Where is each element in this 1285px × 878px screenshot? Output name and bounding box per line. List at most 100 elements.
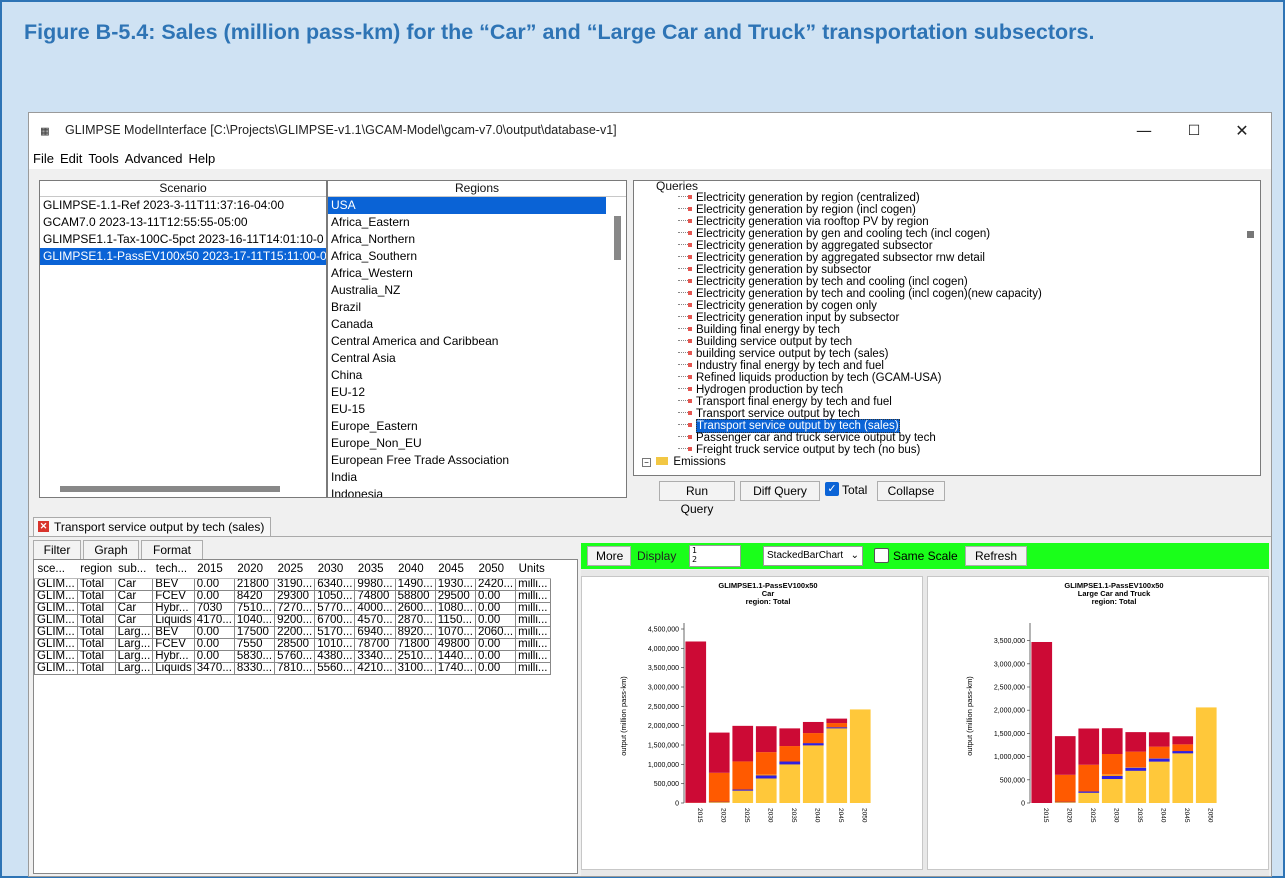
scenario-item[interactable]: GLIMPSE-1.1-Ref 2023-3-11T11:37:16-04:00 bbox=[40, 197, 326, 214]
table-row[interactable]: GLIM... Total Car FCEV 0.00 8420 29300 1050... 7… bbox=[34, 589, 551, 603]
column-header[interactable]: Units bbox=[515, 560, 550, 579]
menu-file[interactable]: File bbox=[29, 149, 56, 166]
column-header[interactable]: tech... bbox=[152, 560, 195, 579]
emissions-folder[interactable]: − Emissions bbox=[634, 456, 1260, 468]
column-header[interactable]: 2045 bbox=[435, 560, 476, 579]
region-item[interactable]: Africa_Northern bbox=[328, 231, 626, 248]
query-item[interactable]: Electricity generation by cogen only bbox=[634, 300, 1260, 312]
diff-query-button[interactable]: Diff Query bbox=[740, 481, 820, 501]
close-button[interactable]: ✕ bbox=[1227, 119, 1257, 143]
region-item[interactable]: Canada bbox=[328, 316, 626, 333]
query-item[interactable]: Electricity generation by region (centra… bbox=[634, 192, 1260, 204]
column-header[interactable]: region bbox=[77, 560, 116, 579]
column-header[interactable]: 2030 bbox=[314, 560, 355, 579]
region-item[interactable]: Australia_NZ bbox=[328, 282, 626, 299]
query-item[interactable]: Electricity generation by aggregated sub… bbox=[634, 240, 1260, 252]
menu-edit[interactable]: Edit bbox=[56, 149, 84, 166]
column-header[interactable]: 2035 bbox=[354, 560, 396, 579]
table-row[interactable]: GLIM... Total Larg... FCEV 0.00 7550 28500 1010… bbox=[34, 637, 551, 651]
region-item[interactable]: EU-12 bbox=[328, 384, 626, 401]
filter-tab[interactable]: Filter bbox=[33, 540, 81, 560]
table-row[interactable]: GLIM... Total Car Hybr... 7030 7510... 7270...… bbox=[34, 601, 551, 615]
result-tab[interactable]: ✕ Transport service output by tech (sale… bbox=[33, 517, 272, 536]
region-item[interactable]: Africa_Eastern bbox=[328, 214, 626, 231]
same-scale-checkbox[interactable] bbox=[874, 548, 889, 563]
total-checkbox[interactable]: ✓ bbox=[825, 482, 839, 496]
query-item[interactable]: Electricity generation by tech and cooli… bbox=[634, 276, 1260, 288]
column-header[interactable]: sce... bbox=[34, 560, 78, 579]
display-input[interactable]: 1 2 bbox=[689, 545, 741, 567]
query-item[interactable]: building service output by tech (sales) bbox=[634, 348, 1260, 360]
region-item[interactable]: Central Asia bbox=[328, 350, 626, 367]
table-cell: 0.00 bbox=[193, 637, 235, 651]
region-item[interactable]: Central America and Caribbean bbox=[328, 333, 626, 350]
query-item[interactable]: Building service output by tech bbox=[634, 336, 1260, 348]
more-button[interactable]: More bbox=[587, 546, 631, 566]
minimize-button[interactable]: — bbox=[1129, 119, 1159, 143]
region-item[interactable]: Brazil bbox=[328, 299, 626, 316]
region-item[interactable]: European Free Trade Association bbox=[328, 452, 626, 469]
query-item[interactable]: Electricity generation by aggregated sub… bbox=[634, 252, 1260, 264]
emissions-folder-label: Emissions bbox=[673, 456, 726, 468]
menu-advanced[interactable]: Advanced bbox=[121, 149, 185, 166]
column-header[interactable]: 2020 bbox=[234, 560, 275, 579]
scenario-item[interactable]: GCAM7.0 2023-13-11T12:55:55-05:00 bbox=[40, 214, 326, 231]
query-item[interactable]: Electricity generation by region (incl c… bbox=[634, 204, 1260, 216]
query-item[interactable]: Electricity generation by subsector bbox=[634, 264, 1260, 276]
region-item[interactable]: Europe_Non_EU bbox=[328, 435, 626, 452]
region-item[interactable]: Indonesia bbox=[328, 486, 626, 497]
region-item[interactable]: Africa_Southern bbox=[328, 248, 626, 265]
query-item[interactable]: Transport service output by tech (sales) bbox=[634, 419, 1260, 433]
menu-help[interactable]: Help bbox=[185, 149, 218, 166]
table-cell: Car bbox=[114, 577, 154, 591]
refresh-button[interactable]: Refresh bbox=[965, 546, 1027, 566]
query-item[interactable]: Electricity generation input by subsecto… bbox=[634, 312, 1260, 324]
column-header[interactable]: sub... bbox=[115, 560, 153, 579]
query-item[interactable]: Passenger car and truck service output b… bbox=[634, 432, 1260, 444]
query-item-label: Electricity generation by aggregated sub… bbox=[696, 252, 985, 264]
table-row[interactable]: GLIM... Total Car Liquids 4170... 1040... 9200… bbox=[34, 613, 551, 627]
run-query-button[interactable]: Run Query bbox=[659, 481, 735, 516]
query-item[interactable]: Industry final energy by tech and fuel bbox=[634, 360, 1260, 372]
table-row[interactable]: GLIM... Total Larg... BEV 0.00 17500 2200... 51… bbox=[34, 625, 551, 639]
maximize-button[interactable]: ☐ bbox=[1179, 119, 1209, 143]
region-item[interactable]: USA bbox=[328, 197, 606, 214]
region-item[interactable]: Africa_Western bbox=[328, 265, 626, 282]
scenario-hscrollbar[interactable] bbox=[60, 486, 280, 492]
scenario-item[interactable]: GLIMPSE1.1-Tax-100C-5pct 2023-16-11T14:0… bbox=[40, 231, 326, 248]
region-item[interactable]: India bbox=[328, 469, 626, 486]
table-row[interactable]: GLIM... Total Car BEV 0.00 21800 3190... 6340..… bbox=[34, 577, 551, 591]
menu-tools[interactable]: Tools bbox=[84, 149, 120, 166]
x-tick-label: 2025 bbox=[1089, 808, 1096, 823]
query-item[interactable]: Hydrogen production by tech bbox=[634, 384, 1260, 396]
column-header[interactable]: 2015 bbox=[194, 560, 235, 579]
graph-tab[interactable]: Graph bbox=[83, 540, 139, 560]
region-item[interactable]: Europe_Eastern bbox=[328, 418, 626, 435]
region-item[interactable]: EU-15 bbox=[328, 401, 626, 418]
collapse-button[interactable]: Collapse bbox=[877, 481, 945, 501]
query-item[interactable]: Freight truck service output by tech (no… bbox=[634, 444, 1260, 456]
chart-type-select[interactable]: StackedBarChart ⌄ bbox=[763, 546, 863, 566]
query-leaf-icon bbox=[678, 279, 692, 284]
query-item[interactable]: Refined liquids production by tech (GCAM… bbox=[634, 372, 1260, 384]
column-header[interactable]: 2040 bbox=[395, 560, 436, 579]
table-cell: 5560... bbox=[314, 661, 356, 675]
scenario-item[interactable]: GLIMPSE1.1-PassEV100x50 2023-17-11T15:11… bbox=[40, 248, 326, 265]
regions-scrollbar[interactable] bbox=[614, 216, 621, 260]
queries-scrollbar[interactable] bbox=[1247, 231, 1254, 238]
table-cell: Hybr... bbox=[152, 649, 195, 663]
table-row[interactable]: GLIM... Total Larg... Hybr... 0.00 5830... 576… bbox=[34, 649, 551, 663]
column-header[interactable]: 2025 bbox=[274, 560, 315, 579]
query-item[interactable]: Electricity generation by tech and cooli… bbox=[634, 288, 1260, 300]
table-row[interactable]: GLIM... Total Larg... Liquids 3470... 8330...… bbox=[34, 661, 551, 675]
region-item[interactable]: China bbox=[328, 367, 626, 384]
tab-close-icon[interactable]: ✕ bbox=[38, 521, 49, 532]
query-item[interactable]: Building final energy by tech bbox=[634, 324, 1260, 336]
query-item[interactable]: Electricity generation via rooftop PV by… bbox=[634, 216, 1260, 228]
query-item[interactable]: Transport final energy by tech and fuel bbox=[634, 396, 1260, 408]
collapse-toggle-icon[interactable]: − bbox=[642, 458, 651, 467]
query-item[interactable]: Electricity generation by gen and coolin… bbox=[634, 228, 1260, 240]
format-tab[interactable]: Format bbox=[141, 540, 203, 560]
column-header[interactable]: 2050 bbox=[475, 560, 516, 579]
result-tab-label: Transport service output by tech (sales) bbox=[54, 520, 265, 534]
